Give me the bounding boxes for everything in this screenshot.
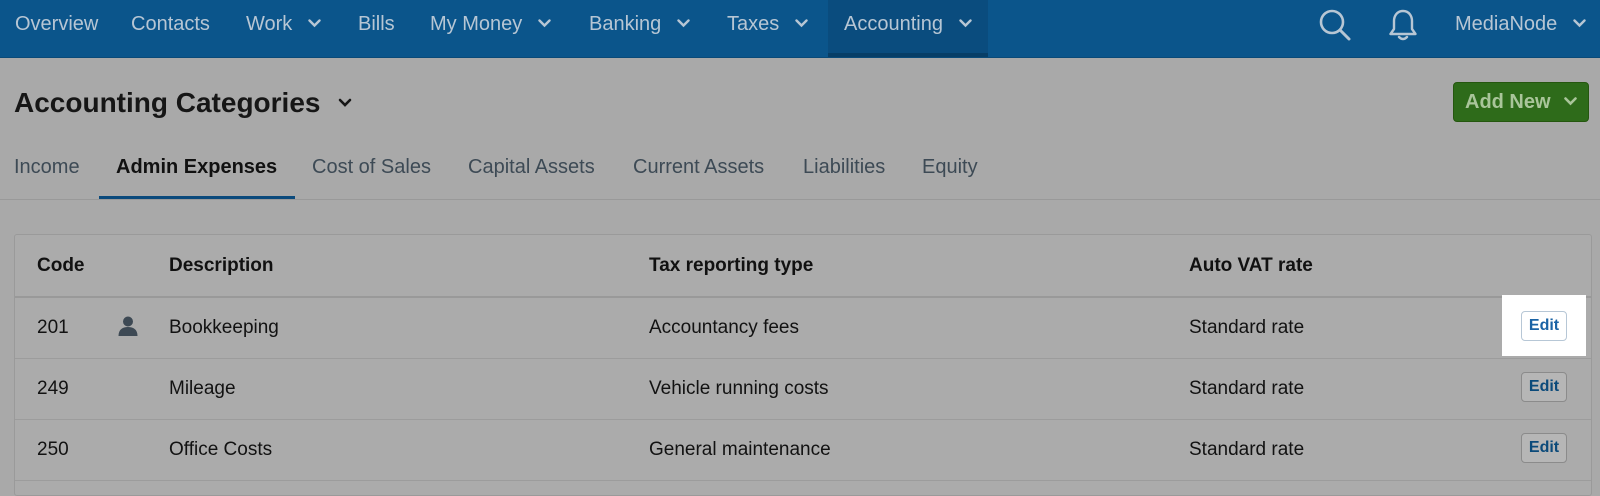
table-header: Code Description Tax reporting type Auto…	[15, 235, 1591, 298]
bell-icon[interactable]	[1387, 8, 1419, 42]
row-code: 201	[37, 317, 69, 338]
tab-equity[interactable]: Equity	[922, 156, 978, 179]
nav-accounting[interactable]: Accounting	[828, 0, 988, 57]
tab-admin-expenses[interactable]: Admin Expenses	[116, 156, 277, 179]
row-auto-vat-rate: Standard rate	[1189, 317, 1305, 338]
row-tax-reporting-type: General maintenance	[649, 439, 831, 460]
nav-my-money-label: My Money	[430, 13, 523, 35]
add-new-label: Add New	[1465, 91, 1551, 113]
page-title[interactable]: Accounting Categories	[14, 87, 352, 119]
nav-overview[interactable]: Overview	[15, 0, 98, 48]
tab-capital-assets[interactable]: Capital Assets	[468, 156, 595, 179]
row-description: Bookkeeping	[169, 317, 279, 338]
row-tax-reporting-type: Vehicle running costs	[649, 378, 829, 399]
column-header-code[interactable]: Code	[37, 255, 85, 277]
nav-banking[interactable]: Banking	[589, 0, 690, 48]
chevron-down-icon	[1573, 19, 1586, 27]
categories-table: Code Description Tax reporting type Auto…	[14, 234, 1592, 496]
row-tax-reporting-type: Accountancy fees	[649, 317, 799, 338]
tabs-divider	[0, 199, 1600, 200]
nav-taxes-label: Taxes	[727, 13, 780, 35]
row-description: Office Costs	[169, 439, 273, 460]
nav-overview-label: Overview	[15, 13, 99, 35]
add-new-button[interactable]: Add New	[1453, 82, 1589, 122]
column-header-auto-vat-rate[interactable]: Auto VAT rate	[1189, 255, 1313, 277]
nav-work[interactable]: Work	[246, 0, 321, 48]
nav-bills-label: Bills	[358, 13, 395, 35]
table-row[interactable]: 201 Bookkeeping Accountancy fees Standar…	[15, 295, 1591, 359]
table-row[interactable]: 249 Mileage Vehicle running costs Standa…	[15, 358, 1591, 420]
row-auto-vat-rate: Standard rate	[1189, 439, 1305, 460]
search-icon[interactable]	[1318, 8, 1352, 42]
edit-button[interactable]: Edit	[1521, 311, 1567, 341]
nav-contacts-label: Contacts	[131, 13, 210, 35]
nav-work-label: Work	[246, 13, 293, 35]
chevron-down-icon	[795, 19, 808, 27]
edit-button-highlight: Edit	[1502, 295, 1586, 356]
page-title-text: Accounting Categories	[14, 87, 321, 118]
user-icon	[118, 316, 138, 336]
nav-bills[interactable]: Bills	[358, 0, 395, 48]
nav-my-money[interactable]: My Money	[430, 0, 551, 48]
edit-button[interactable]: Edit	[1521, 372, 1567, 402]
chevron-down-icon	[1564, 96, 1577, 106]
top-navigation: Overview Contacts Work Bills My Money Ba…	[0, 0, 1600, 58]
nav-accounting-label: Accounting	[844, 13, 943, 35]
chevron-down-icon	[538, 19, 551, 27]
column-header-tax-reporting-type[interactable]: Tax reporting type	[649, 255, 813, 277]
account-menu[interactable]: MediaNode	[1455, 0, 1586, 48]
nav-contacts[interactable]: Contacts	[131, 0, 210, 48]
row-code: 250	[37, 439, 69, 460]
chevron-down-icon	[958, 19, 972, 27]
row-auto-vat-rate: Standard rate	[1189, 378, 1305, 399]
tab-income[interactable]: Income	[14, 156, 80, 179]
tab-cost-of-sales[interactable]: Cost of Sales	[312, 156, 431, 179]
chevron-down-icon	[308, 19, 321, 27]
account-name: MediaNode	[1455, 13, 1558, 35]
edit-button[interactable]: Edit	[1521, 433, 1567, 463]
table-row[interactable]: 250 Office Costs General maintenance Sta…	[15, 419, 1591, 481]
tab-liabilities[interactable]: Liabilities	[803, 156, 885, 179]
nav-banking-label: Banking	[589, 13, 662, 35]
tab-current-assets[interactable]: Current Assets	[633, 156, 764, 179]
chevron-down-icon	[677, 19, 690, 27]
row-description: Mileage	[169, 378, 236, 399]
chevron-down-icon	[338, 98, 352, 107]
column-header-description[interactable]: Description	[169, 255, 274, 277]
nav-taxes[interactable]: Taxes	[727, 0, 808, 48]
row-code: 249	[37, 378, 69, 399]
